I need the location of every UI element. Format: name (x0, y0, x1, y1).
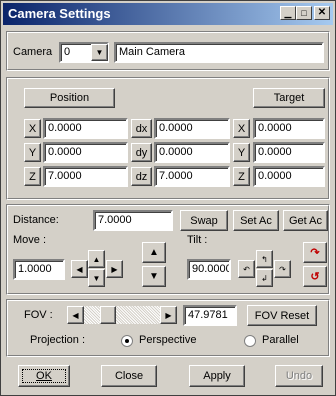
undo-button[interactable]: Undo (275, 365, 323, 387)
camera-name-value: Main Camera (119, 46, 186, 58)
fov-reset-button[interactable]: FOV Reset (247, 305, 317, 326)
target-z-button[interactable]: Z (233, 167, 250, 186)
camera-name-field[interactable]: Main Camera (114, 42, 324, 63)
dx-field[interactable]: 0.0000 (154, 118, 230, 139)
camera-index-value: 0 (64, 46, 71, 58)
parallel-label: Parallel (262, 334, 299, 346)
tilt-field[interactable]: 90.0000 (187, 259, 231, 280)
move-backward-button[interactable]: ▼ (142, 266, 166, 287)
tilt-down-button[interactable]: ↲ (256, 269, 273, 287)
camera-group: Camera 0 ▼ Main Camera (6, 31, 330, 71)
position-x-field[interactable]: 0.0000 (43, 118, 128, 139)
distance-move-tilt-group: Distance: 7.0000 Swap Set Ac Get Ac Move… (6, 204, 330, 295)
target-button[interactable]: Target (253, 88, 325, 108)
rotate-down-icon: ↲ (261, 273, 268, 283)
arrow-right-icon: ▶ (165, 310, 172, 320)
arrow-right-icon: ▶ (111, 264, 118, 274)
position-z-button[interactable]: Z (24, 167, 41, 186)
move-step-field[interactable]: 1.0000 (13, 259, 65, 280)
camera-settings-window: Camera Settings ▁ □ ✕ Camera 0 ▼ Main Ca… (0, 0, 336, 396)
close-icon: ✕ (317, 7, 327, 18)
fov-group: FOV : ◀ ▶ 47.9781 FOV Reset Projection :… (6, 299, 330, 357)
arrow-down-icon: ▼ (92, 273, 101, 283)
close-label: Close (114, 370, 144, 382)
perspective-radio[interactable] (121, 335, 133, 347)
chevron-down-icon: ▼ (95, 48, 104, 57)
arrow-left-icon: ◀ (76, 264, 83, 274)
ok-button[interactable]: OK (18, 365, 70, 387)
dz-field[interactable]: 7.0000 (154, 166, 230, 187)
maximize-icon: □ (301, 7, 307, 18)
fov-slider-left-button[interactable]: ◀ (67, 306, 84, 324)
tilt-up-button[interactable]: ↰ (256, 250, 273, 268)
undo-label: Undo (285, 370, 313, 382)
title-bar[interactable]: Camera Settings ▁ □ ✕ (3, 3, 333, 25)
camera-label: Camera (13, 46, 53, 58)
minimize-icon: ▁ (284, 7, 292, 18)
move-forward-button[interactable]: ▲ (142, 242, 166, 263)
arrow-left-icon: ◀ (72, 310, 79, 320)
rotate-right-icon: ↷ (279, 264, 286, 274)
camera-dropdown-button[interactable]: ▼ (91, 44, 108, 61)
arrow-down-bar-icon: ▼ (149, 271, 159, 282)
rotate-up-icon: ↰ (261, 254, 268, 264)
move-left-button[interactable]: ◀ (71, 260, 88, 278)
move-right-button[interactable]: ▶ (106, 260, 123, 278)
position-x-button[interactable]: X (24, 119, 41, 138)
parallel-radio[interactable] (244, 335, 256, 347)
target-y-button[interactable]: Y (233, 143, 250, 162)
dy-field[interactable]: 0.0000 (154, 142, 230, 163)
target-z-field[interactable]: 0.0000 (253, 166, 325, 187)
apply-label: Apply (203, 370, 231, 382)
tilt-right-button[interactable]: ↷ (274, 260, 291, 278)
position-target-group: Position Target X 0.0000 dx 0.0000 X 0.0… (6, 77, 330, 200)
distance-field[interactable]: 7.0000 (93, 210, 173, 231)
ok-label: OK (36, 370, 52, 382)
rotate-ccw-icon: ↺ (310, 271, 320, 283)
rotate-left-icon: ↶ (243, 264, 250, 274)
position-y-field[interactable]: 0.0000 (43, 142, 128, 163)
dz-button[interactable]: dz (131, 167, 152, 186)
swap-button[interactable]: Swap (180, 210, 228, 231)
target-x-button[interactable]: X (233, 119, 250, 138)
projection-label: Projection : (30, 334, 86, 346)
arrow-up-bar-icon: ▲ (149, 247, 159, 258)
arrow-up-icon: ▲ (92, 254, 101, 264)
apply-button[interactable]: Apply (189, 365, 245, 387)
move-down-button[interactable]: ▼ (88, 269, 105, 287)
position-z-field[interactable]: 7.0000 (43, 166, 128, 187)
fov-value-field[interactable]: 47.9781 (183, 305, 237, 326)
minimize-button[interactable]: ▁ (280, 6, 296, 20)
close-button[interactable]: Close (101, 365, 157, 387)
target-y-field[interactable]: 0.0000 (253, 142, 325, 163)
perspective-label: Perspective (139, 334, 197, 346)
tilt-label: Tilt : (187, 234, 208, 246)
close-window-button[interactable]: ✕ (314, 6, 330, 20)
fov-slider-right-button[interactable]: ▶ (160, 306, 177, 324)
tilt-left-button[interactable]: ↶ (238, 260, 255, 278)
rotate-cw-icon: ↷ (310, 247, 320, 259)
distance-label: Distance: (13, 214, 59, 226)
position-button[interactable]: Position (24, 88, 115, 108)
dy-button[interactable]: dy (131, 143, 152, 162)
position-y-button[interactable]: Y (24, 143, 41, 162)
get-ac-button[interactable]: Get Ac (283, 210, 328, 231)
maximize-button[interactable]: □ (296, 6, 312, 20)
dx-button[interactable]: dx (131, 119, 152, 138)
fov-slider-thumb[interactable] (100, 306, 117, 324)
set-ac-button[interactable]: Set Ac (233, 210, 279, 231)
target-x-field[interactable]: 0.0000 (253, 118, 325, 139)
move-label: Move : (13, 234, 47, 246)
move-up-button[interactable]: ▲ (88, 250, 105, 268)
window-title: Camera Settings (8, 6, 111, 21)
roll-cw-button[interactable]: ↷ (303, 242, 327, 263)
roll-ccw-button[interactable]: ↺ (303, 266, 327, 287)
fov-label: FOV : (24, 309, 53, 321)
